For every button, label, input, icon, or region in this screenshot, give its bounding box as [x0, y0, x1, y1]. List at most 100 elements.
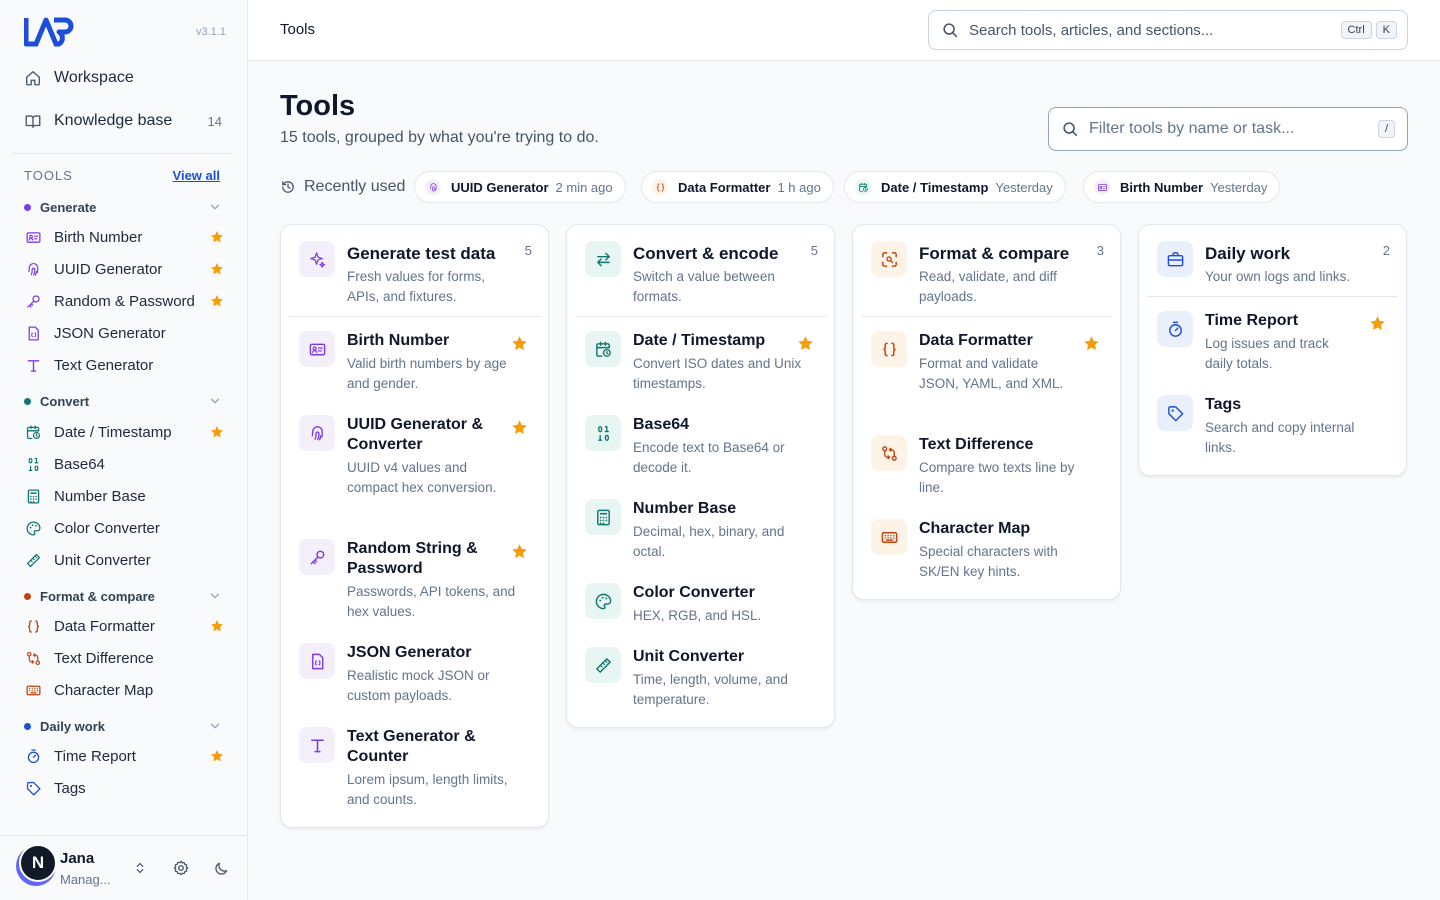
user-menu[interactable]: N Jana Manag...: [0, 835, 247, 900]
sidebar-item-birth-number[interactable]: Birth Number: [24, 223, 224, 251]
card-description: Your own logs and links.: [1205, 269, 1351, 284]
star-icon[interactable]: [210, 619, 224, 633]
tool-text-generator[interactable]: Text Generator & Counter Lorem ipsum, le…: [289, 713, 540, 817]
card-count: 2: [1382, 243, 1390, 258]
calendar-clock-icon: [24, 423, 42, 441]
fingerprint-icon: [24, 260, 42, 278]
tool-time-report[interactable]: Time Report Log issues and track daily t…: [1147, 297, 1398, 381]
sidebar-item-time-report[interactable]: Time Report: [24, 742, 224, 770]
tool-filter[interactable]: /: [1048, 107, 1408, 151]
recent-chip[interactable]: UUID Generator 2 min ago: [414, 171, 626, 203]
tool-random-string[interactable]: Random String & Password Passwords, API …: [289, 525, 540, 629]
timer-icon: [1157, 311, 1193, 347]
calendar-clock-icon: [585, 331, 621, 367]
star-icon[interactable]: [511, 335, 528, 352]
tool-json-generator[interactable]: JSON Generator Realistic mock JSON or cu…: [289, 629, 540, 713]
book-icon: [24, 112, 42, 130]
calendar-clock-icon: [855, 179, 871, 195]
tool-description: Time, length, volume, and temperature.: [633, 672, 788, 707]
sidebar-item-label: Base64: [54, 455, 105, 473]
sidebar-item-label: Text Difference: [54, 649, 154, 667]
tool-character-map[interactable]: Character Map Special characters with SK…: [861, 505, 1112, 589]
view-all-link[interactable]: View all: [173, 168, 220, 183]
global-search[interactable]: Ctrl K: [928, 10, 1408, 50]
sidebar-item-random-password[interactable]: Random & Password: [24, 287, 224, 315]
tool-number-base[interactable]: Number Base Decimal, hex, binary, and oc…: [575, 485, 826, 569]
sidebar-item-character-map[interactable]: Character Map: [24, 676, 224, 704]
sidebar-item-data-formatter[interactable]: Data Formatter: [24, 612, 224, 640]
tool-data-formatter[interactable]: Data Formatter Format and validate JSON,…: [861, 317, 1112, 421]
chevron-up-down-icon[interactable]: [130, 858, 150, 878]
recent-chip[interactable]: Birth Number Yesterday: [1083, 171, 1281, 203]
sidebar-item-date-timestamp[interactable]: Date / Timestamp: [24, 418, 224, 446]
moon-icon[interactable]: [211, 858, 231, 878]
filter-input[interactable]: [1089, 120, 1374, 138]
sidebar-item-label: JSON Generator: [54, 324, 166, 342]
gear-icon[interactable]: [171, 858, 191, 878]
sidebar-item-unit-converter[interactable]: Unit Converter: [24, 546, 224, 574]
history-icon: [280, 179, 296, 195]
star-icon[interactable]: [797, 335, 814, 352]
star-icon[interactable]: [210, 425, 224, 439]
sidebar-item-uuid-generator[interactable]: UUID Generator: [24, 255, 224, 283]
id-card-icon: [299, 331, 335, 367]
star-icon[interactable]: [210, 749, 224, 763]
keyboard-icon: [871, 519, 907, 555]
global-search-input[interactable]: [969, 21, 1337, 39]
braces-icon: [652, 179, 668, 195]
tool-color-converter[interactable]: Color Converter HEX, RGB, and HSL.: [575, 569, 826, 633]
star-icon[interactable]: [511, 419, 528, 436]
sidebar-item-json-generator[interactable]: JSON Generator: [24, 319, 224, 347]
sidebar-item-text-difference[interactable]: Text Difference: [24, 644, 224, 672]
breadcrumb[interactable]: Tools: [280, 21, 315, 38]
recent-chip[interactable]: Data Formatter 1 h ago: [641, 171, 834, 203]
sidebar-item-tags[interactable]: Tags: [24, 774, 224, 802]
search-icon: [1061, 120, 1079, 138]
sidebar-item-base64[interactable]: Base64: [24, 450, 224, 478]
avatar[interactable]: N: [19, 844, 57, 882]
key-icon: [299, 539, 335, 575]
tool-description: Realistic mock JSON or custom payloads.: [347, 668, 490, 703]
app-logo[interactable]: [24, 14, 80, 50]
sidebar-item-label: Time Report: [54, 747, 136, 765]
tool-text-difference[interactable]: Text Difference Compare two texts line b…: [861, 421, 1112, 505]
star-icon[interactable]: [210, 230, 224, 244]
group-convert-label: Convert: [40, 393, 90, 409]
chevron-down-icon: [208, 589, 222, 603]
card-title: Generate test data: [347, 244, 496, 263]
recent-chip[interactable]: Date / Timestamp Yesterday: [844, 171, 1066, 203]
star-icon[interactable]: [1369, 315, 1386, 332]
nav-knowledge-base[interactable]: Knowledge base 14: [12, 103, 234, 139]
tool-unit-converter[interactable]: Unit Converter Time, length, volume, and…: [575, 633, 826, 717]
card-description: Fresh values for forms, APIs, and fixtur…: [347, 269, 486, 304]
tool-base64[interactable]: Base64 Encode text to Base64 or decode i…: [575, 401, 826, 485]
group-daily-work[interactable]: Daily work: [24, 716, 222, 736]
star-icon[interactable]: [210, 262, 224, 276]
timer-icon: [24, 747, 42, 765]
star-icon[interactable]: [1083, 335, 1100, 352]
nav-workspace[interactable]: Workspace: [12, 60, 234, 96]
sidebar-item-color-converter[interactable]: Color Converter: [24, 514, 224, 542]
group-convert[interactable]: Convert: [24, 391, 222, 411]
tool-title: Base64: [633, 416, 690, 433]
tool-date-timestamp[interactable]: Date / Timestamp Convert ISO dates and U…: [575, 317, 826, 401]
chip-time: 2 min ago: [555, 179, 613, 195]
group-generate[interactable]: Generate: [24, 197, 222, 217]
star-icon[interactable]: [511, 543, 528, 560]
tool-uuid-generator[interactable]: UUID Generator & Converter UUID v4 value…: [289, 401, 540, 525]
braces-icon: [24, 617, 42, 635]
card-description: Switch a value between formats.: [633, 269, 775, 304]
group-format-compare[interactable]: Format & compare: [24, 586, 222, 606]
sidebar-item-number-base[interactable]: Number Base: [24, 482, 224, 510]
card-header: Format & compare Read, validate, and dif…: [861, 225, 1112, 317]
tool-description: HEX, RGB, and HSL.: [633, 608, 762, 623]
tool-birth-number[interactable]: Birth Number Valid birth numbers by age …: [289, 317, 540, 401]
sidebar-item-text-generator[interactable]: Text Generator: [24, 351, 224, 379]
tool-title: Text Generator & Counter: [347, 728, 476, 765]
user-name: Jana: [60, 850, 95, 867]
home-icon: [24, 69, 42, 87]
tag-icon: [24, 779, 42, 797]
group-dot: [24, 203, 31, 211]
star-icon[interactable]: [210, 294, 224, 308]
tool-tags[interactable]: Tags Search and copy internal links.: [1147, 381, 1398, 465]
